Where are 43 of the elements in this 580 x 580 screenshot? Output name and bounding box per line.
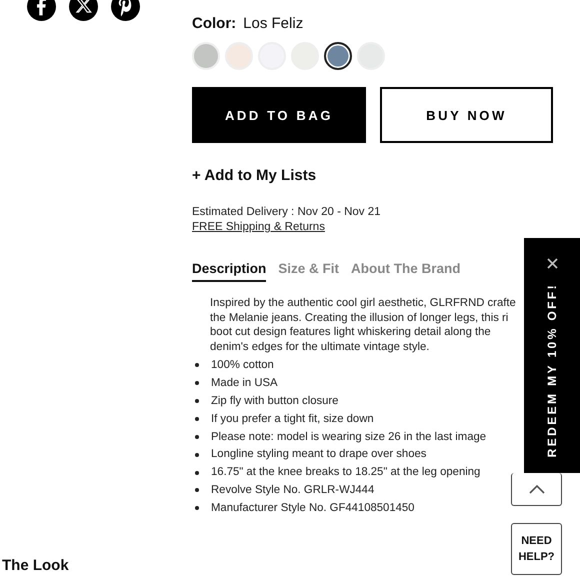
- color-swatch[interactable]: [324, 42, 352, 70]
- color-value: Los Feliz: [243, 15, 304, 32]
- promo-text: REDEEM MY 10% OFF!: [545, 283, 559, 458]
- description-text: denim's edges for the ultimate vintage style.: [210, 340, 430, 354]
- tab[interactable]: Description: [192, 261, 266, 282]
- bullet-icon: [195, 416, 199, 421]
- facebook-icon[interactable]: [27, 0, 56, 21]
- description-text: boot cut design features light whiskering detail along the: [210, 325, 491, 340]
- bullet-text: 16.75" at the knee breaks to 18.25" at the leg opening: [211, 465, 480, 480]
- need-help-button[interactable]: NEED HELP?: [511, 523, 562, 575]
- description-text: the Melanie jeans. Creating the illusion of longer legs, this ri: [210, 310, 508, 325]
- tab[interactable]: Size & Fit: [278, 261, 340, 282]
- pinterest-icon[interactable]: [111, 0, 140, 21]
- tab[interactable]: About The Brand: [351, 261, 461, 282]
- close-icon[interactable]: [546, 258, 558, 269]
- delivery-estimate: Estimated Delivery : Nov 20 - Nov 21: [192, 206, 381, 218]
- bullet-icon: [195, 363, 199, 368]
- bullet-text: If you prefer a tight fit, size down: [211, 412, 374, 426]
- bullet-icon: [195, 399, 199, 404]
- bullet-text: Please note: model is wearing size 26 in the last image: [211, 430, 486, 444]
- bullet-icon: [195, 452, 199, 457]
- scroll-up-button[interactable]: [511, 473, 562, 506]
- shipping-link[interactable]: FREE Shipping & Returns: [192, 221, 325, 233]
- x-icon[interactable]: [69, 0, 98, 21]
- chevron-up-icon: [528, 484, 544, 494]
- description-text: Inspired by the authentic cool girl aesthetic, GLRFRND crafte: [210, 296, 516, 310]
- color-label: Color:: [192, 15, 236, 32]
- bullet-text: Made in USA: [211, 376, 278, 390]
- bullet-icon: [195, 381, 199, 386]
- add-to-lists-link[interactable]: + Add to My Lists: [192, 167, 316, 184]
- add-to-bag-button[interactable]: ADD TO BAG: [192, 87, 366, 143]
- bullet-icon: [195, 488, 199, 492]
- bullet-icon: [195, 434, 199, 439]
- bullet-text: Revolve Style No. GRLR-WJ444: [211, 483, 374, 498]
- section-title: The Look: [2, 557, 70, 574]
- bullet-icon: [195, 470, 199, 475]
- bullet-text: Longline styling meant to drape over shoes: [211, 447, 426, 462]
- bullet-text: Manufacturer Style No. GF44108501450: [211, 501, 414, 516]
- bullet-text: 100% cotton: [211, 358, 274, 372]
- bullet-icon: [195, 506, 199, 510]
- promo-banner[interactable]: REDEEM MY 10% OFF!: [524, 238, 580, 473]
- bullet-text: Zip fly with button closure: [211, 394, 338, 408]
- buy-now-button[interactable]: BUY NOW: [380, 87, 553, 143]
